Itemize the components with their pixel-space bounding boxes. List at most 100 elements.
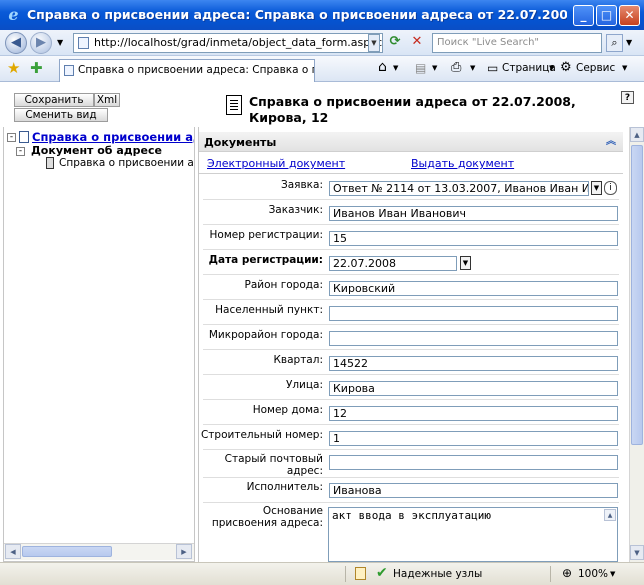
save-button[interactable]: Сохранить bbox=[14, 93, 94, 107]
page-menu-dropdown-icon[interactable]: ▼ bbox=[549, 64, 554, 72]
section-divider bbox=[199, 173, 623, 174]
tree-leaf-document-icon bbox=[46, 157, 54, 169]
minimize-button[interactable]: _ bbox=[573, 5, 594, 26]
row-divider bbox=[203, 349, 619, 350]
house-field[interactable]: 12 bbox=[329, 406, 618, 421]
reg-date-picker-button[interactable]: ▼ bbox=[460, 256, 471, 270]
scroll-up-icon[interactable]: ▲ bbox=[630, 127, 644, 142]
security-zone-text: Надежные узлы bbox=[393, 568, 483, 580]
row-divider bbox=[203, 399, 619, 400]
history-dropdown-icon[interactable]: ▼ bbox=[57, 38, 63, 47]
feeds-icon[interactable]: ▤ bbox=[415, 61, 426, 75]
page-scroll-thumb[interactable] bbox=[631, 145, 643, 445]
basis-textarea[interactable]: акт ввода в эксплуатацию bbox=[328, 507, 618, 562]
application-info-icon[interactable]: i bbox=[604, 181, 617, 195]
scroll-right-icon[interactable]: ▶ bbox=[176, 544, 192, 559]
row-divider bbox=[203, 299, 619, 300]
scroll-left-icon[interactable]: ◀ bbox=[5, 544, 21, 559]
application-dropdown-button[interactable]: ▼ bbox=[591, 181, 602, 195]
microdistrict-field[interactable] bbox=[329, 331, 618, 346]
home-icon[interactable]: ⌂ bbox=[378, 59, 387, 75]
reg-date-field[interactable]: 22.07.2008 bbox=[329, 256, 457, 271]
tree-horizontal-scrollbar[interactable]: ◀ ▶ bbox=[4, 543, 194, 560]
page-menu[interactable]: Страница bbox=[502, 62, 556, 74]
building-field[interactable]: 1 bbox=[329, 431, 618, 446]
change-view-button[interactable]: Сменить вид bbox=[14, 108, 108, 122]
customer-field[interactable]: Иванов Иван Иванович bbox=[329, 206, 618, 221]
print-icon[interactable]: ⎙ bbox=[451, 60, 461, 75]
building-label: Строительный номер: bbox=[200, 429, 323, 441]
search-options-icon[interactable]: ▼ bbox=[626, 38, 632, 47]
trusted-check-icon: ✔ bbox=[376, 565, 388, 581]
section-header: Документы bbox=[199, 132, 623, 152]
quarter-field[interactable]: 14522 bbox=[329, 356, 618, 371]
row-divider bbox=[203, 374, 619, 375]
print-dropdown-icon[interactable]: ▼ bbox=[470, 64, 475, 72]
application-select[interactable]: Ответ № 2114 от 13.03.2007, Иванов Иван … bbox=[329, 181, 589, 196]
settlement-label: Населенный пункт: bbox=[215, 304, 323, 316]
tree-collapse-group-icon[interactable]: - bbox=[16, 147, 25, 156]
zoom-level[interactable]: 100% bbox=[578, 568, 608, 580]
status-divider bbox=[345, 566, 346, 582]
tree-leaf-item[interactable]: Справка о присвоении адреса bbox=[59, 157, 194, 169]
search-icon[interactable]: ⌕ bbox=[606, 34, 623, 52]
page-title: Справка о присвоении адреса от 22.07.200… bbox=[249, 94, 576, 125]
scroll-down-icon[interactable]: ▼ bbox=[630, 545, 644, 560]
page-icon bbox=[78, 37, 89, 49]
tools-menu[interactable]: Сервис bbox=[576, 62, 615, 74]
tab-current-page[interactable]: Справка о присвоении адреса: Справка о п… bbox=[59, 59, 315, 82]
row-divider bbox=[203, 249, 619, 250]
collapse-section-icon[interactable]: ︽ bbox=[605, 132, 617, 147]
row-divider bbox=[203, 477, 619, 478]
back-button[interactable]: ◀ bbox=[5, 32, 27, 54]
application-label: Заявка: bbox=[281, 179, 323, 191]
address-dropdown-button[interactable]: ▼ bbox=[368, 34, 380, 52]
refresh-icon[interactable]: ⟳ bbox=[386, 34, 404, 52]
electronic-document-link[interactable]: Электронный документ bbox=[207, 157, 345, 170]
add-favorites-icon[interactable]: ✚ bbox=[30, 59, 43, 77]
reg-number-field[interactable]: 15 bbox=[329, 231, 618, 246]
maximize-button[interactable]: □ bbox=[596, 5, 617, 26]
page-vertical-scrollbar[interactable]: ▲ ▼ bbox=[629, 127, 644, 562]
search-input[interactable]: Поиск "Live Search" bbox=[432, 33, 602, 53]
tree-root-item[interactable]: Справка о присвоении адреса bbox=[32, 130, 194, 144]
tree-group-item[interactable]: Документ об адресе bbox=[31, 144, 162, 157]
textarea-scroll-up-icon[interactable]: ▲ bbox=[604, 509, 616, 521]
street-field[interactable]: Кирова bbox=[329, 381, 618, 396]
microdistrict-label: Микрорайон города: bbox=[208, 329, 323, 341]
address-input[interactable]: http://localhost/grad/inmeta/object_data… bbox=[73, 33, 383, 53]
help-icon[interactable]: ? bbox=[621, 91, 634, 104]
tree-collapse-root-icon[interactable]: - bbox=[7, 133, 16, 142]
reg-date-label: Дата регистрации: bbox=[208, 254, 323, 266]
favorites-star-icon[interactable]: ★ bbox=[7, 59, 20, 77]
row-divider bbox=[203, 502, 619, 503]
zoom-icon[interactable]: ⊕ bbox=[562, 566, 572, 580]
zoom-dropdown-icon[interactable]: ▼ bbox=[610, 570, 615, 578]
tab-page-icon bbox=[64, 65, 74, 76]
page-content: Сохранить Xml Сменить вид Справка о прис… bbox=[0, 82, 644, 562]
settlement-field[interactable] bbox=[329, 306, 618, 321]
xml-button[interactable]: Xml bbox=[94, 93, 120, 107]
document-icon bbox=[226, 95, 242, 115]
house-label: Номер дома: bbox=[252, 404, 323, 416]
street-label: Улица: bbox=[285, 379, 323, 391]
old-postal-field[interactable] bbox=[329, 455, 618, 470]
executor-field[interactable]: Иванова bbox=[329, 483, 618, 498]
tree-scroll-thumb[interactable] bbox=[22, 546, 112, 557]
customer-label: Заказчик: bbox=[268, 204, 323, 216]
address-bar-row: ◀ ▶ ▼ http://localhost/grad/inmeta/objec… bbox=[0, 30, 644, 56]
close-button[interactable]: ✕ bbox=[619, 5, 640, 26]
address-text: http://localhost/grad/inmeta/object_data… bbox=[94, 36, 382, 49]
home-dropdown-icon[interactable]: ▼ bbox=[393, 64, 398, 72]
gear-icon: ⚙ bbox=[560, 60, 572, 75]
title-bar: e Справка о присвоении адреса: Справка о… bbox=[0, 0, 644, 30]
issue-document-link[interactable]: Выдать документ bbox=[411, 157, 514, 170]
ie-logo-icon: e bbox=[8, 5, 19, 24]
forward-button[interactable]: ▶ bbox=[30, 32, 52, 54]
quarter-label: Квартал: bbox=[273, 354, 323, 366]
tools-menu-dropdown-icon[interactable]: ▼ bbox=[622, 64, 627, 72]
district-field[interactable]: Кировский bbox=[329, 281, 618, 296]
old-postal-label: Старый почтовый адрес: bbox=[224, 453, 323, 477]
feeds-dropdown-icon[interactable]: ▼ bbox=[432, 64, 437, 72]
stop-icon[interactable]: ✕ bbox=[408, 34, 426, 52]
